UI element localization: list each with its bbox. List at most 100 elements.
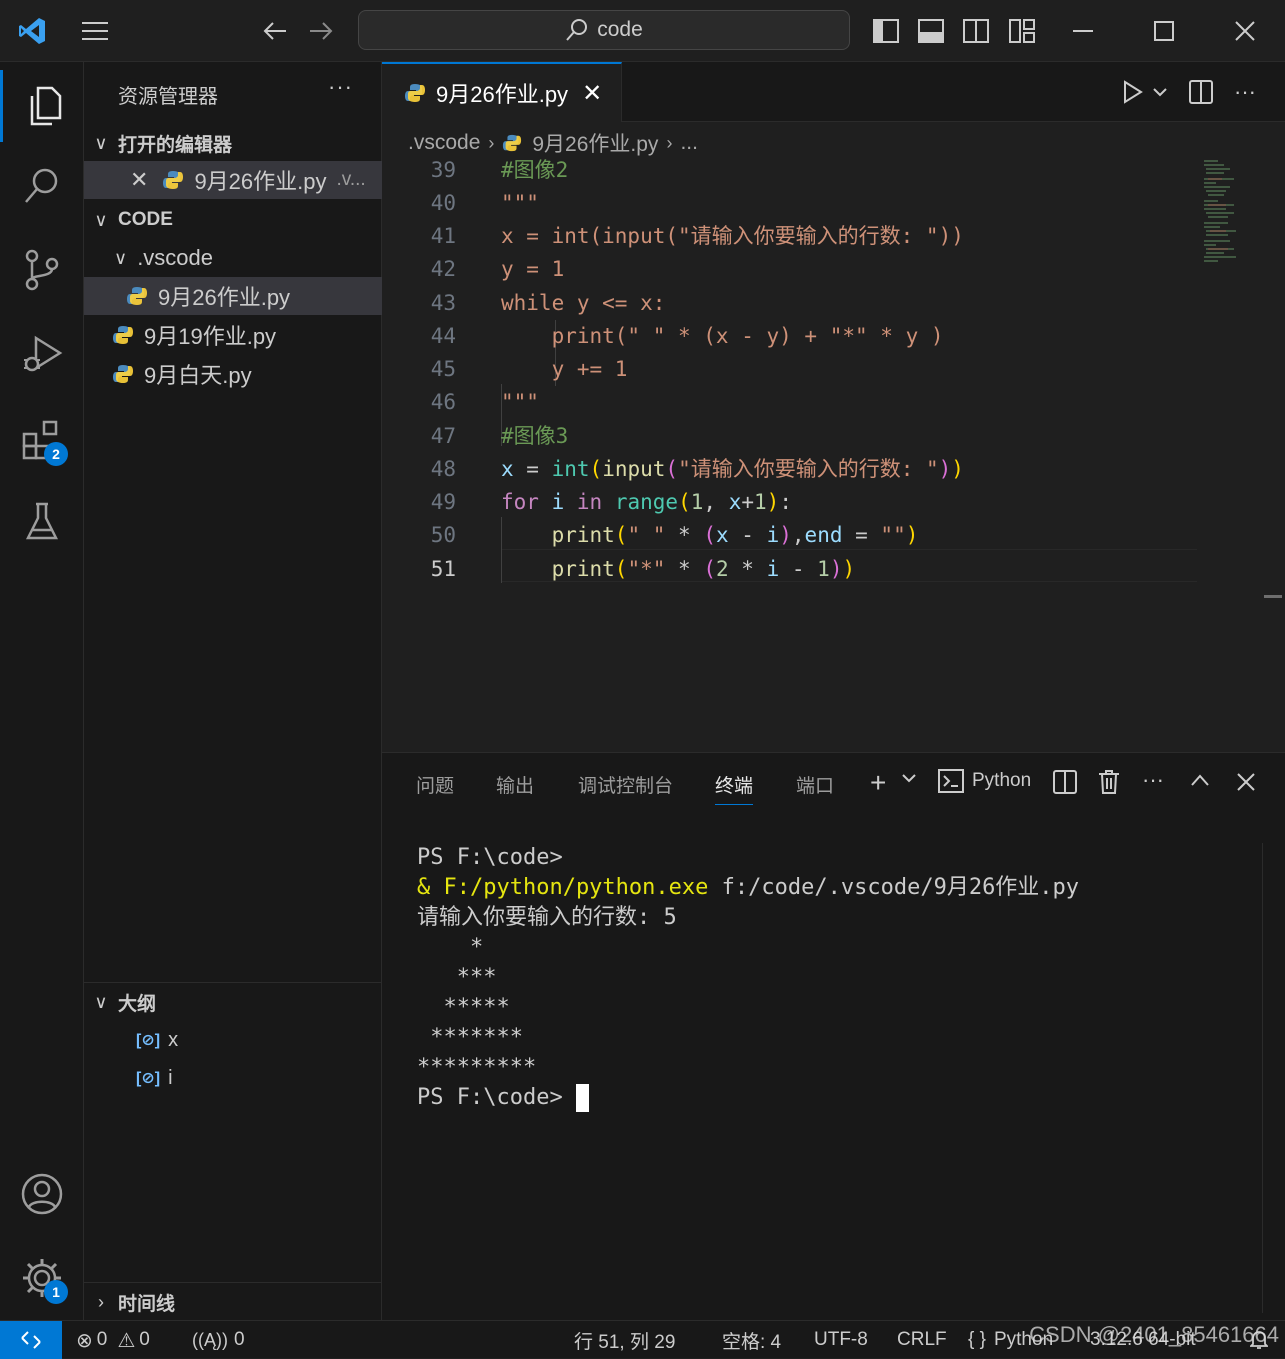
scrollbar-position-marker [1264, 595, 1282, 598]
code-line: y += 1 [501, 357, 628, 381]
toggle-secondary-sidebar-icon[interactable] [960, 15, 992, 47]
file-item[interactable]: 9月白天.py [84, 355, 382, 393]
more-actions-icon[interactable]: ··· [1142, 767, 1164, 793]
variable-symbol-icon: [⊘] [136, 1032, 161, 1049]
explorer-icon[interactable] [0, 70, 84, 142]
maximize-icon[interactable] [1147, 15, 1181, 47]
toggle-panel-icon[interactable] [915, 15, 947, 47]
workspace-section[interactable]: ∨ CODE [84, 202, 382, 238]
tab-problems[interactable]: 问题 [416, 771, 454, 798]
tab-output[interactable]: 输出 [496, 771, 534, 798]
minimize-icon[interactable] [1066, 15, 1100, 47]
explorer-sidebar: 资源管理器 ··· ∨ 打开的编辑器 ✕ 9月26作业.py .v... ∨ C… [84, 62, 382, 1320]
warning-icon: ⚠ [117, 1329, 136, 1352]
open-editor-item[interactable]: ✕ 9月26作业.py .v... [84, 161, 382, 199]
outline-item[interactable]: [⊘] i [84, 1059, 382, 1097]
sidebar-more-actions[interactable]: ··· [328, 74, 353, 100]
code-line: print(" " * (x - y) + "*" * y ) [501, 324, 944, 348]
chevron-down-icon[interactable] [1150, 76, 1170, 108]
code-editor[interactable]: 39 40 41 42 43 44 45 46 47 48 49 50 51 #… [382, 157, 1285, 657]
timeline-section[interactable]: › 时间线 [84, 1284, 382, 1320]
more-actions-icon[interactable]: ··· [1230, 76, 1260, 108]
open-editor-name: 9月26作业.py [194, 169, 327, 194]
testing-icon[interactable] [0, 486, 84, 558]
open-editors-label: 打开的编辑器 [118, 134, 233, 156]
indentation[interactable]: 空格: 4 [722, 1321, 781, 1359]
file-label: 9月19作业.py [144, 324, 277, 349]
kill-terminal-trash-icon[interactable] [1098, 769, 1120, 795]
source-control-icon[interactable] [0, 234, 84, 306]
file-item[interactable]: 9月19作业.py [84, 316, 382, 354]
extensions-icon[interactable]: 2 [0, 404, 84, 476]
end-of-line[interactable]: CRLF [897, 1321, 947, 1359]
outline-item[interactable]: [⊘] x [84, 1021, 382, 1059]
search-icon[interactable] [0, 150, 84, 222]
customize-layout-icon[interactable] [1006, 15, 1038, 47]
accounts-icon[interactable] [0, 1158, 84, 1230]
close-panel-icon[interactable] [1237, 773, 1255, 791]
split-editor-icon[interactable] [1186, 76, 1216, 108]
editor-group: 9月26作业.py ✕ ··· .vscode › 9月26作业.py › ..… [382, 62, 1285, 752]
menu-icon[interactable] [76, 15, 114, 47]
terminal-line: *** [417, 965, 497, 990]
line-number: 42 [430, 257, 456, 281]
close-window-icon[interactable] [1228, 15, 1262, 47]
folder-vscode[interactable]: ∨ .vscode [84, 239, 382, 277]
command-center-search[interactable]: code [358, 10, 850, 50]
tab-terminal[interactable]: 终端 [715, 771, 754, 805]
chevron-down-icon[interactable] [902, 773, 916, 783]
tab-debug-console[interactable]: 调试控制台 [578, 771, 673, 798]
terminal-output[interactable]: PS F:\code> & F:/python/python.exe f:/co… [417, 843, 1079, 1113]
run-and-debug-icon[interactable] [0, 318, 84, 390]
run-python-file-icon[interactable] [1118, 76, 1148, 108]
terminal-line: ***** [417, 995, 510, 1020]
toggle-primary-sidebar-icon[interactable] [870, 15, 902, 47]
file-label: 9月白天.py [144, 363, 252, 388]
shell-label: Python [972, 770, 1032, 791]
braces-icon: { } [968, 1329, 986, 1350]
line-number: 43 [430, 291, 456, 315]
line-number: 48 [430, 457, 456, 481]
terminal-scrollbar[interactable] [1262, 843, 1280, 1313]
close-editor-icon[interactable]: ✕ [130, 167, 148, 193]
chevron-right-icon: › [98, 1291, 104, 1312]
encoding[interactable]: UTF-8 [814, 1321, 868, 1359]
back-arrow-icon[interactable] [258, 15, 292, 47]
terminal-shell-selector[interactable]: Python [938, 769, 1031, 793]
manage-gear-icon[interactable]: 1 [0, 1242, 84, 1314]
code-line: y = 1 [501, 257, 565, 281]
line-number: 50 [430, 523, 456, 547]
editor-tab-active[interactable]: 9月26作业.py ✕ [382, 62, 622, 122]
outline-section[interactable]: ∨ 大纲 [84, 984, 382, 1020]
code-line: x = int(input("请输入你要输入的行数: ")) [501, 457, 964, 481]
breadcrumb-folder[interactable]: .vscode [408, 131, 480, 155]
close-tab-icon[interactable]: ✕ [582, 79, 602, 108]
cursor-position[interactable]: 行 51, 列 29 [574, 1321, 675, 1359]
open-editors-section[interactable]: ∨ 打开的编辑器 [84, 125, 382, 161]
forward-arrow-icon[interactable] [304, 15, 338, 47]
file-item-active[interactable]: 9月26作业.py [84, 277, 382, 315]
minimap[interactable] [1202, 157, 1252, 267]
ports-status[interactable]: ((Ą)) 0 [192, 1321, 245, 1359]
python-file-icon [113, 365, 133, 383]
maximize-panel-chevron-up-icon[interactable] [1190, 773, 1210, 787]
split-terminal-icon[interactable] [1053, 770, 1077, 794]
new-terminal-icon[interactable]: + [870, 767, 886, 799]
bottom-panel: 问题 输出 调试控制台 终端 端口 + Python ··· PS F:\cod… [382, 752, 1285, 1320]
tab-ports[interactable]: 端口 [796, 771, 834, 798]
warning-count: 0 [139, 1329, 150, 1350]
workspace-label: CODE [118, 209, 173, 230]
terminal-line: 请输入你要输入的行数: 5 [417, 905, 677, 930]
outline-label: 大纲 [118, 993, 157, 1015]
problems-status[interactable]: ⊗ 0 ⚠ 0 [76, 1321, 150, 1359]
remote-indicator-icon[interactable] [0, 1321, 62, 1359]
sidebar-title: 资源管理器 [118, 86, 218, 108]
python-file-icon [127, 287, 147, 305]
breadcrumb-symbol[interactable]: ... [680, 131, 698, 155]
terminal-cursor [575, 1084, 589, 1112]
code-line: """ [501, 390, 539, 414]
settings-badge: 1 [44, 1280, 68, 1304]
ports-count: 0 [233, 1329, 245, 1350]
editor-scrollbar[interactable] [1262, 157, 1282, 752]
chevron-down-icon: ∨ [94, 209, 108, 230]
